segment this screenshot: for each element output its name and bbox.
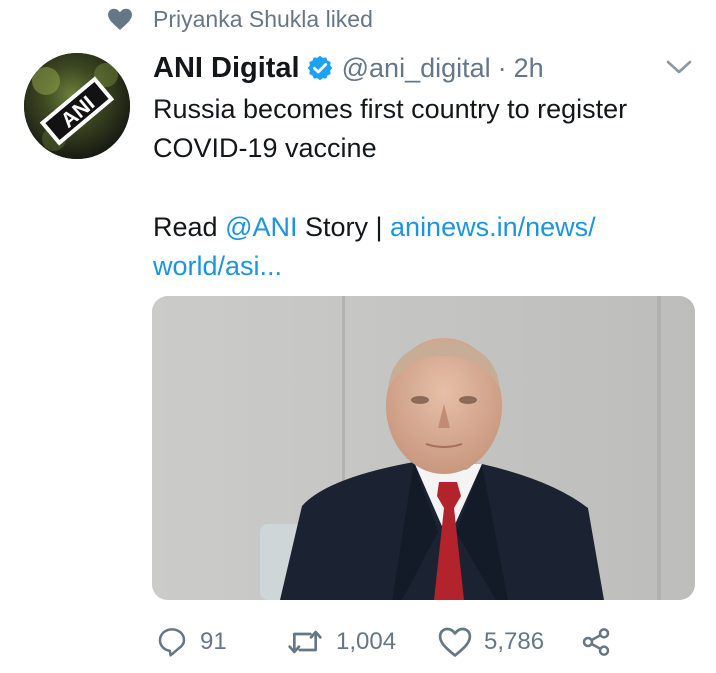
tweet-headline: Russia becomes first country to register… (153, 94, 628, 163)
photo-illustration (152, 296, 695, 600)
retweet-count: 1,004 (336, 628, 397, 655)
tweet-text: Russia becomes first country to register… (153, 90, 698, 286)
tweet-header: ANI Digital @ani_digital · 2h (153, 48, 544, 88)
like-count: 5,786 (484, 628, 545, 655)
read-prefix: Read (153, 212, 226, 242)
reply-icon (158, 628, 186, 657)
reply-count: 91 (200, 628, 227, 655)
avatar[interactable]: ANI (24, 53, 130, 159)
heart-icon (108, 8, 132, 30)
liked-by-text: Priyanka Shukla liked (153, 5, 373, 32)
timestamp[interactable]: 2h (514, 53, 544, 84)
heart-icon (438, 627, 472, 657)
tweet-image[interactable] (152, 296, 695, 600)
display-name[interactable]: ANI Digital (153, 52, 300, 85)
retweet-icon (288, 630, 322, 654)
separator-dot: · (497, 52, 507, 83)
social-context[interactable]: Priyanka Shukla liked (107, 4, 373, 34)
share-icon (582, 628, 610, 656)
like-action[interactable]: 5,786 (438, 622, 544, 662)
verified-badge-icon (307, 55, 332, 81)
mention-link[interactable]: @ANI (225, 212, 297, 242)
user-handle[interactable]: @ani_digital (342, 53, 491, 84)
ani-logo: ANI (24, 53, 130, 159)
reply-action[interactable]: 91 (156, 622, 227, 662)
tweet-read-line: Read @ANI Story | aninews.in/news/ world… (153, 208, 698, 286)
chevron-down-icon[interactable] (664, 56, 694, 78)
share-action[interactable] (580, 622, 612, 662)
tweet-actions: 91 1,004 5,786 (152, 622, 692, 662)
read-middle: Story | (297, 212, 391, 242)
retweet-action[interactable]: 1,004 (286, 622, 396, 662)
